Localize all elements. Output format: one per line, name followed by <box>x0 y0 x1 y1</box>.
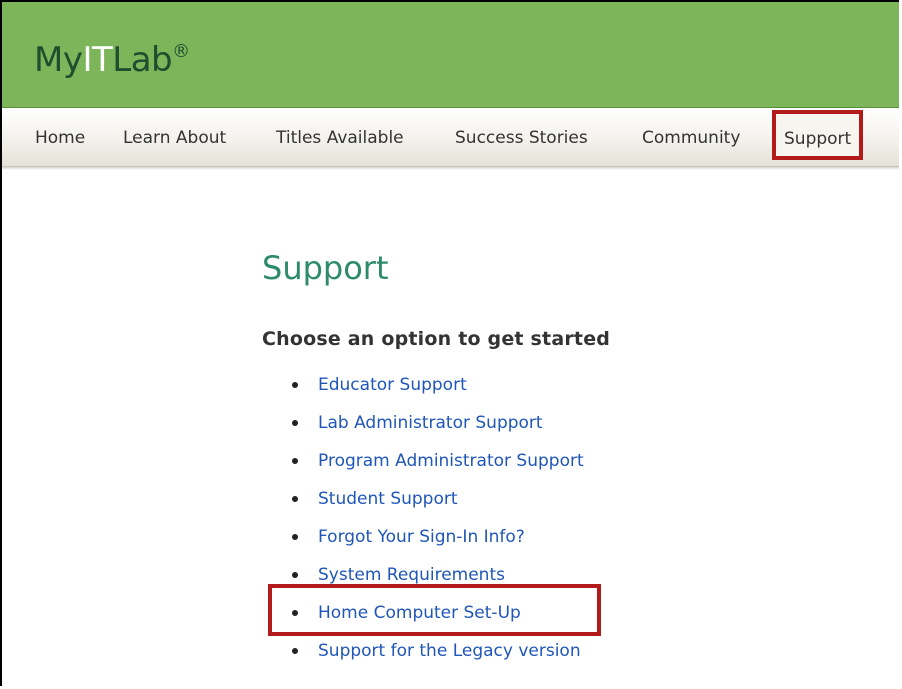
forgot-sign-in-link[interactable]: Forgot Your Sign-In Info? <box>318 524 525 550</box>
nav-item-success-stories[interactable]: Success Stories <box>455 126 588 150</box>
main-navigation: Home Learn About Titles Available Succes… <box>2 108 899 167</box>
educator-support-link[interactable]: Educator Support <box>318 372 467 398</box>
bullet-icon <box>292 382 298 388</box>
site-header: MyITLab® <box>2 2 899 107</box>
bullet-icon <box>292 420 298 426</box>
bullet-icon <box>292 534 298 540</box>
home-computer-setup-highlight <box>268 584 601 636</box>
student-support-link[interactable]: Student Support <box>318 486 458 512</box>
nav-item-support[interactable]: Support <box>772 110 864 160</box>
bullet-icon <box>292 572 298 578</box>
nav-shadow <box>2 166 899 170</box>
lab-administrator-support-link[interactable]: Lab Administrator Support <box>318 410 543 436</box>
nav-item-community[interactable]: Community <box>642 126 740 150</box>
logo-text-it: IT <box>82 40 113 80</box>
myitlab-logo[interactable]: MyITLab® <box>34 32 190 80</box>
page-subtitle: Choose an option to get started <box>262 328 611 350</box>
nav-item-learn-about[interactable]: Learn About <box>123 126 226 150</box>
nav-item-home[interactable]: Home <box>35 126 85 150</box>
bullet-icon <box>292 648 298 654</box>
legacy-support-link[interactable]: Support for the Legacy version <box>318 638 581 664</box>
bullet-icon <box>292 458 298 464</box>
program-administrator-support-link[interactable]: Program Administrator Support <box>318 448 584 474</box>
registered-mark: ® <box>172 41 190 62</box>
logo-text-lab: Lab <box>112 40 173 80</box>
page-title: Support <box>262 249 389 287</box>
logo-text-my: My <box>34 40 83 80</box>
bullet-icon <box>292 496 298 502</box>
nav-item-titles-available[interactable]: Titles Available <box>276 126 404 150</box>
